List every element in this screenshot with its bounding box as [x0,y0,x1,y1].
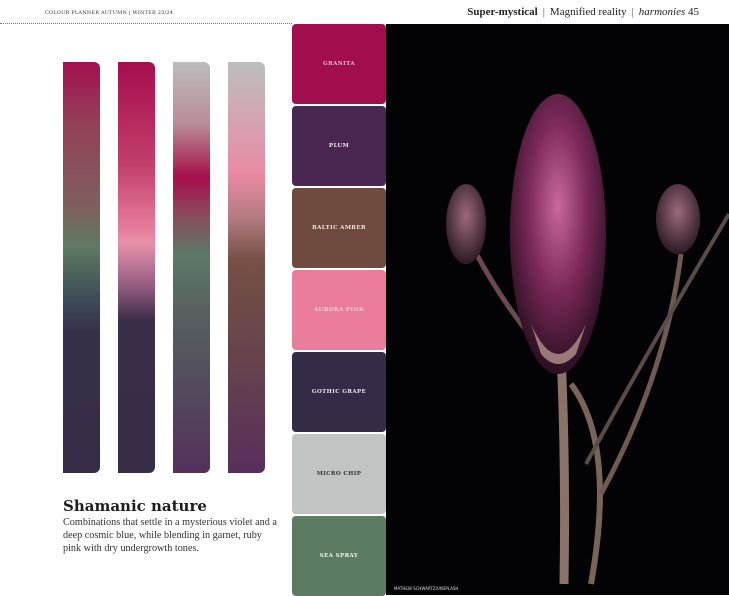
section-header: Super-mystical | Magnified reality | harmoni… [467,6,699,18]
dotted-divider [0,23,292,24]
swatch-granita: GRANITA [292,24,386,104]
category-label: harmonies [638,6,686,18]
swatch-baltic-amber: BALTIC AMBER [292,188,386,268]
swatch-micro-chip: MICRO CHIP [292,434,386,514]
gradient-bar-3 [173,62,210,473]
swatch-label: MICRO CHIP [316,471,362,477]
magazine-header-left: COLOUR PLANNER AUTUMN | WINTER 23/24 [45,10,174,16]
swatch-gothic-grape: GOTHIC GRAPE [292,352,386,432]
flower-photo: MATHEW SCHWARTZ/UNSPLASH [386,24,729,595]
section-title: Super-mystical [467,6,538,18]
color-swatch-column: GRANITA PLUM BALTIC AMBER AURORA PINK GOTHIC… [292,24,386,596]
article-title: Shamanic nature [63,497,207,515]
gradient-bar-4 [228,62,265,473]
page-number: 45 [688,6,699,18]
swatch-label: GOTHIC GRAPE [311,389,367,395]
article-description: Combinations that settle in a mysterious… [63,517,277,554]
swatch-sea-spray: SEA SPRAY [292,516,386,596]
swatch-aurora-pink: AURORA PINK [292,270,386,350]
subsection-title: Magnified reality [549,6,627,18]
swatch-label: PLUM [328,143,350,149]
swatch-plum: PLUM [292,106,386,186]
swatch-label: SEA SPRAY [319,553,359,559]
photo-credit: MATHEW SCHWARTZ/UNSPLASH [394,586,459,591]
flower-illustration [446,94,729,585]
gradient-bar-2 [118,62,155,473]
swatch-label: AURORA PINK [313,307,365,313]
swatch-label: BALTIC AMBER [312,225,366,231]
gradient-bar-1 [63,62,100,473]
swatch-label: GRANITA [323,61,355,67]
